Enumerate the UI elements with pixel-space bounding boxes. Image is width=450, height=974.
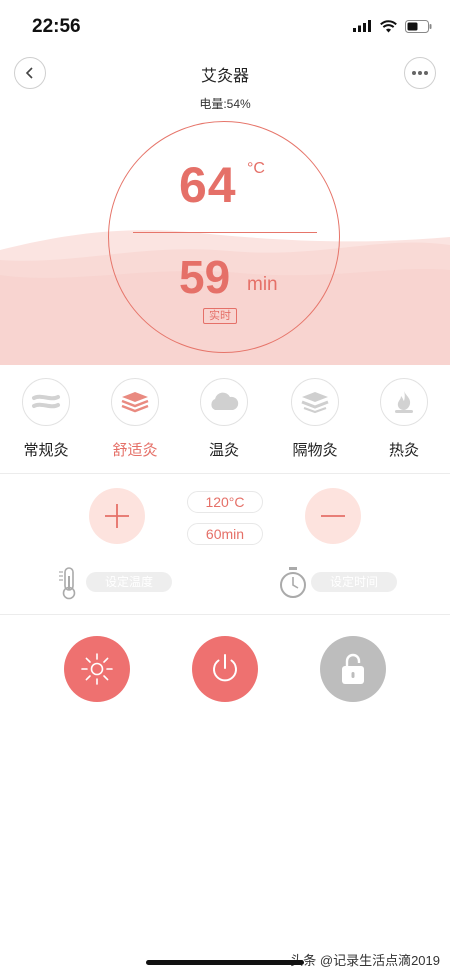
flame-icon xyxy=(380,378,428,426)
watermark: 头条 @记录生活点滴2019 xyxy=(290,953,440,968)
mode-label: 隔物灸 xyxy=(292,442,338,459)
plus-icon xyxy=(105,504,129,528)
light-button[interactable] xyxy=(64,636,130,702)
status-bar: 22:56 xyxy=(0,0,450,52)
lock-button[interactable] xyxy=(320,636,386,702)
dial-divider xyxy=(133,232,317,233)
page-title: 艾灸器 xyxy=(200,68,249,85)
nav-bar: 艾灸器 xyxy=(0,52,450,92)
increase-button[interactable] xyxy=(89,488,145,544)
set-temperature-button[interactable]: 设定温度 xyxy=(86,572,172,592)
temperature-setting-value: 120°C xyxy=(187,491,263,513)
minus-icon xyxy=(321,515,345,517)
unlock-icon xyxy=(342,653,364,684)
action-buttons xyxy=(0,636,450,702)
remaining-time: 59 xyxy=(179,251,231,303)
adjust-controls: 120°C 60min 设定温度 设定时间 xyxy=(0,488,450,600)
power-icon xyxy=(213,654,237,682)
wifi-icon xyxy=(380,19,397,32)
mode-warm[interactable]: 温灸 xyxy=(189,378,259,460)
battery-icon xyxy=(405,19,432,33)
status-icons xyxy=(353,18,432,34)
status-dial: 64 °C 59 min 实时 xyxy=(108,121,340,353)
stack-icon xyxy=(291,378,339,426)
mode-label: 热灸 xyxy=(388,442,419,459)
mode-label: 常规灸 xyxy=(23,442,69,459)
more-dots-icon xyxy=(412,71,428,75)
mode-regular[interactable]: 常规灸 xyxy=(11,378,81,460)
dial-panel: 64 °C 59 min 实时 xyxy=(0,115,450,365)
section-divider xyxy=(0,614,450,615)
home-indicator xyxy=(146,960,304,965)
cloud-icon xyxy=(200,378,248,426)
battery-level: 电量:54% xyxy=(199,97,251,111)
layers-flat-icon xyxy=(22,378,70,426)
sun-icon xyxy=(81,653,113,685)
time-unit: min xyxy=(247,274,278,295)
thermometer-icon xyxy=(59,567,76,600)
layers-stack-icon xyxy=(111,378,159,426)
mode-hot[interactable]: 热灸 xyxy=(369,378,439,460)
decrease-button[interactable] xyxy=(305,488,361,544)
current-temperature: 64 xyxy=(179,157,237,213)
section-divider xyxy=(0,473,450,474)
mode-comfort[interactable]: 舒适灸 xyxy=(100,378,170,460)
set-time-button[interactable]: 设定时间 xyxy=(311,572,397,592)
power-button[interactable] xyxy=(192,636,258,702)
mode-indirect[interactable]: 隔物灸 xyxy=(280,378,350,460)
signal-icon xyxy=(353,20,371,32)
status-time: 22:56 xyxy=(32,16,81,37)
mode-label: 温灸 xyxy=(208,442,239,459)
realtime-badge: 实时 xyxy=(203,308,237,324)
mode-selector: 常规灸 舒适灸 温灸 隔物灸 热灸 xyxy=(0,378,450,464)
stopwatch-icon xyxy=(280,567,306,598)
temperature-unit: °C xyxy=(247,160,265,177)
mode-label: 舒适灸 xyxy=(112,442,158,459)
time-setting-value: 60min xyxy=(187,523,263,545)
more-button[interactable] xyxy=(404,57,436,89)
